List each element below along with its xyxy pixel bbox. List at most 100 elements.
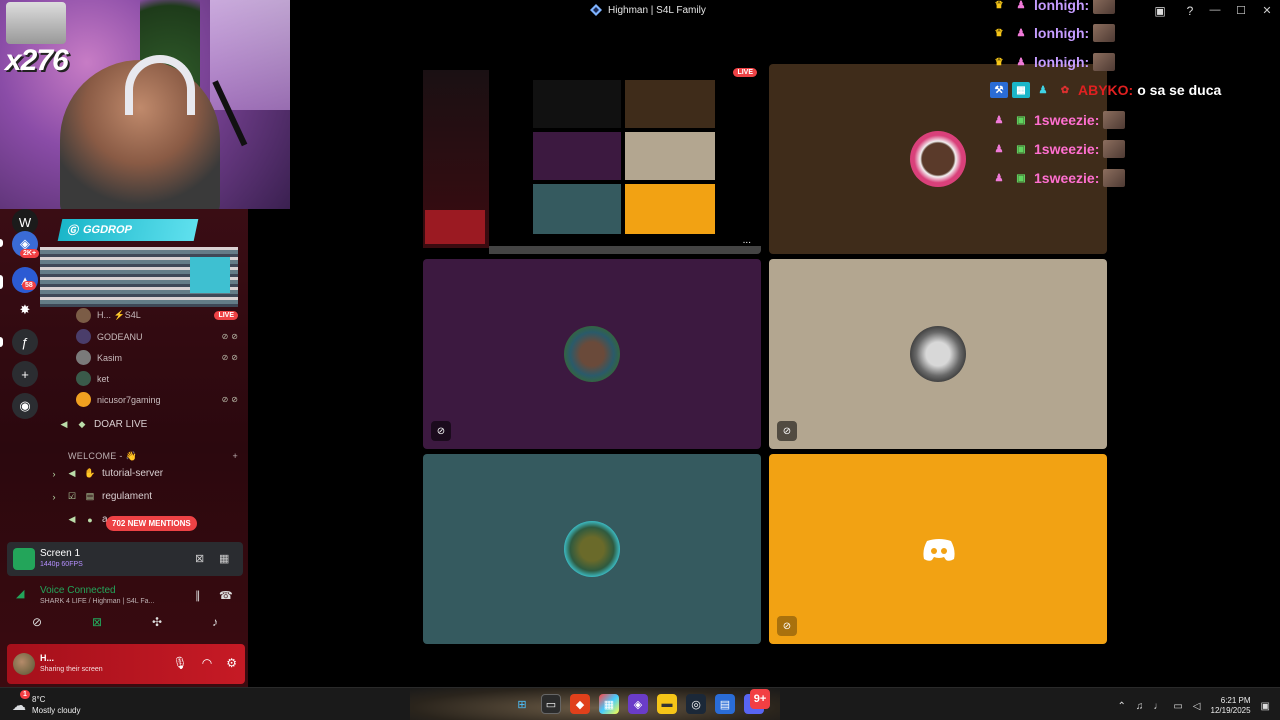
live-badge: LIVE bbox=[214, 311, 238, 320]
stream-settings-icon[interactable]: ▦ bbox=[219, 552, 229, 565]
notepad-icon[interactable]: ▤ bbox=[715, 694, 735, 714]
speaker-icon: ◀ bbox=[60, 419, 68, 429]
stop-stream-icon[interactable]: ⊠ bbox=[195, 552, 204, 565]
network-icon[interactable]: ▭ bbox=[1173, 701, 1182, 712]
chat-user: lonhigh: bbox=[1034, 0, 1090, 13]
promo-graphic bbox=[40, 247, 238, 307]
weather-widget[interactable]: ☁ 8°C Mostly cloudy 1 bbox=[12, 690, 80, 716]
stream-preview-cell bbox=[625, 132, 715, 180]
mute-icon: ⊘ bbox=[221, 353, 229, 362]
voice-status[interactable]: Voice Connected bbox=[40, 585, 116, 596]
window-title: Highman | S4L Family bbox=[590, 4, 706, 16]
camera-off-icon: ⊘ bbox=[431, 421, 451, 441]
promo-banner[interactable]: Ⓖ GGDROP bbox=[36, 217, 240, 309]
chevron-up-icon[interactable]: ⌃ bbox=[1117, 701, 1125, 712]
promo-header: Ⓖ GGDROP bbox=[57, 219, 199, 241]
checkbox-icon: ☑ bbox=[67, 491, 77, 501]
avatar bbox=[76, 308, 91, 323]
channel-regulament[interactable]: › ☑ ▤ regulament bbox=[48, 491, 238, 502]
speaker-icon[interactable]: ◁ bbox=[1193, 701, 1201, 712]
server-icon-c[interactable]: ✸ bbox=[12, 297, 38, 323]
chat-user: 1sweezie: bbox=[1034, 170, 1100, 186]
stream-preview-sidebar bbox=[423, 70, 489, 248]
signal-icon[interactable]: ◢ bbox=[16, 587, 24, 600]
pinned-apps: ⊞ ▭ ◆ ▦ ◈ ▬ ◎ ▤ ◕ 9+ bbox=[512, 689, 770, 714]
category-welcome[interactable]: WELCOME - 👋 + bbox=[68, 451, 238, 462]
noise-suppression-icon[interactable]: ∥ bbox=[195, 589, 201, 602]
steam-icon[interactable]: ◎ bbox=[686, 694, 706, 714]
avatar bbox=[76, 350, 91, 365]
chat-user: 1sweezie: bbox=[1034, 141, 1100, 157]
channel-tutorial-server[interactable]: › ◀ ✋ tutorial-server bbox=[48, 468, 238, 479]
soundboard-icon[interactable]: ♪ bbox=[212, 615, 218, 629]
date: 12/19/2025 bbox=[1210, 706, 1251, 715]
server-logo-icon bbox=[590, 4, 602, 16]
more-options-icon[interactable]: ... bbox=[743, 235, 751, 246]
server-icon-d[interactable]: ƒ bbox=[12, 329, 38, 355]
add-server-icon[interactable]: + bbox=[12, 361, 38, 387]
participant-tile[interactable]: ⊘ bbox=[769, 259, 1107, 449]
participant-tile[interactable]: ⊘ bbox=[423, 259, 761, 449]
user-status: Sharing their screen bbox=[40, 666, 103, 673]
mic-tray-icon[interactable]: ♩ bbox=[1153, 701, 1163, 712]
folder-icon[interactable]: ▬ bbox=[657, 694, 677, 714]
activities-icon[interactable]: ✣ bbox=[152, 615, 162, 629]
announcement-icon: ◀ bbox=[68, 514, 76, 524]
chat-user: lonhigh: bbox=[1034, 54, 1090, 70]
window-title-text: Highman | S4L Family bbox=[608, 4, 706, 16]
weather-temp: 8°C bbox=[32, 695, 46, 704]
channel-doar-live[interactable]: ◀ ◆ DOAR LIVE bbox=[58, 419, 248, 430]
notifications-icon[interactable]: ▣ bbox=[1261, 701, 1270, 712]
gear-icon[interactable]: ⚙ bbox=[226, 656, 237, 670]
chevron-right-icon: › bbox=[52, 491, 56, 502]
m365-icon[interactable]: ◈ bbox=[628, 694, 648, 714]
new-mentions-button[interactable]: 702 NEW MENTIONS bbox=[106, 516, 197, 531]
scroll-icon: ▤ bbox=[85, 491, 95, 501]
voice-member[interactable]: nicusor7gaming ⊘ ⊘ bbox=[76, 389, 242, 410]
screen-share-icon[interactable]: ▣ bbox=[1152, 3, 1168, 19]
screen-share-tile[interactable]: LIVE ... bbox=[423, 64, 761, 254]
discover-icon[interactable]: ◉ bbox=[12, 393, 38, 419]
chat-message: ♟ ▣ 1sweezie: bbox=[990, 169, 1126, 187]
system-tray: ⌃ ♫ ♩ ▭ ◁ 6:21 PM 12/19/2025 ▣ bbox=[1117, 696, 1270, 716]
mute-icon: ⊘ bbox=[221, 332, 229, 341]
chat-message: ♛ ♟ lonhigh: bbox=[990, 0, 1116, 14]
microphone-icon[interactable]: 🎙 bbox=[173, 656, 188, 670]
discord-icon[interactable]: ◕ 9+ bbox=[744, 689, 770, 714]
chat-message: ♛ ♟ lonhigh: bbox=[990, 24, 1116, 42]
voice-member[interactable]: ket bbox=[76, 368, 242, 389]
minimize-button[interactable]: — bbox=[1202, 0, 1228, 20]
app-icon[interactable]: ▦ bbox=[599, 694, 619, 714]
brave-icon[interactable]: ◆ bbox=[570, 694, 590, 714]
headphones-icon[interactable]: ◠ bbox=[202, 656, 212, 670]
disconnect-icon[interactable]: ☎ bbox=[219, 589, 233, 602]
camera-off-icon[interactable]: ⊘ bbox=[32, 615, 42, 629]
maximize-button[interactable]: ☐ bbox=[1228, 0, 1254, 20]
gift-icon: ▣ bbox=[1016, 143, 1026, 155]
participant-tile[interactable]: ⊘ bbox=[769, 454, 1107, 644]
volume-mixer-icon[interactable]: ♫ bbox=[1136, 701, 1144, 712]
task-view-icon[interactable]: ▭ bbox=[541, 694, 561, 714]
voice-member[interactable]: Kasim ⊘ ⊘ bbox=[76, 347, 242, 368]
crown-icon: ♛ bbox=[994, 56, 1004, 68]
chat-message: ⚒ ▦ ♟ ✿ ABYKO: o sa se duca bbox=[990, 82, 1221, 98]
avatar[interactable] bbox=[13, 653, 35, 675]
gift-icon: ▣ bbox=[1016, 172, 1026, 184]
stream-thumbnail[interactable] bbox=[13, 548, 35, 570]
add-channel-icon[interactable]: + bbox=[232, 451, 238, 462]
user-name[interactable]: H... bbox=[40, 653, 54, 663]
avatar bbox=[76, 329, 91, 344]
clock[interactable]: 6:21 PM 12/19/2025 bbox=[1211, 696, 1251, 716]
member-name: Kasim bbox=[97, 352, 123, 363]
help-icon[interactable]: ? bbox=[1182, 3, 1198, 19]
deafen-icon: ⊘ bbox=[231, 395, 238, 404]
voice-member[interactable]: GODEANU ⊘ ⊘ bbox=[76, 326, 242, 347]
close-button[interactable]: ✕ bbox=[1254, 0, 1280, 20]
crown-icon: ♛ bbox=[994, 0, 1004, 11]
badge-icon: ♟ bbox=[994, 114, 1004, 126]
voice-location[interactable]: SHARK 4 LIFE / Highman | S4L Fa... bbox=[40, 598, 154, 605]
screen-share-active-icon[interactable]: ⊠ bbox=[92, 615, 102, 629]
start-icon[interactable]: ⊞ bbox=[512, 694, 532, 714]
participant-tile[interactable] bbox=[423, 454, 761, 644]
voice-member[interactable]: H... ⚡S4L LIVE bbox=[76, 305, 242, 326]
